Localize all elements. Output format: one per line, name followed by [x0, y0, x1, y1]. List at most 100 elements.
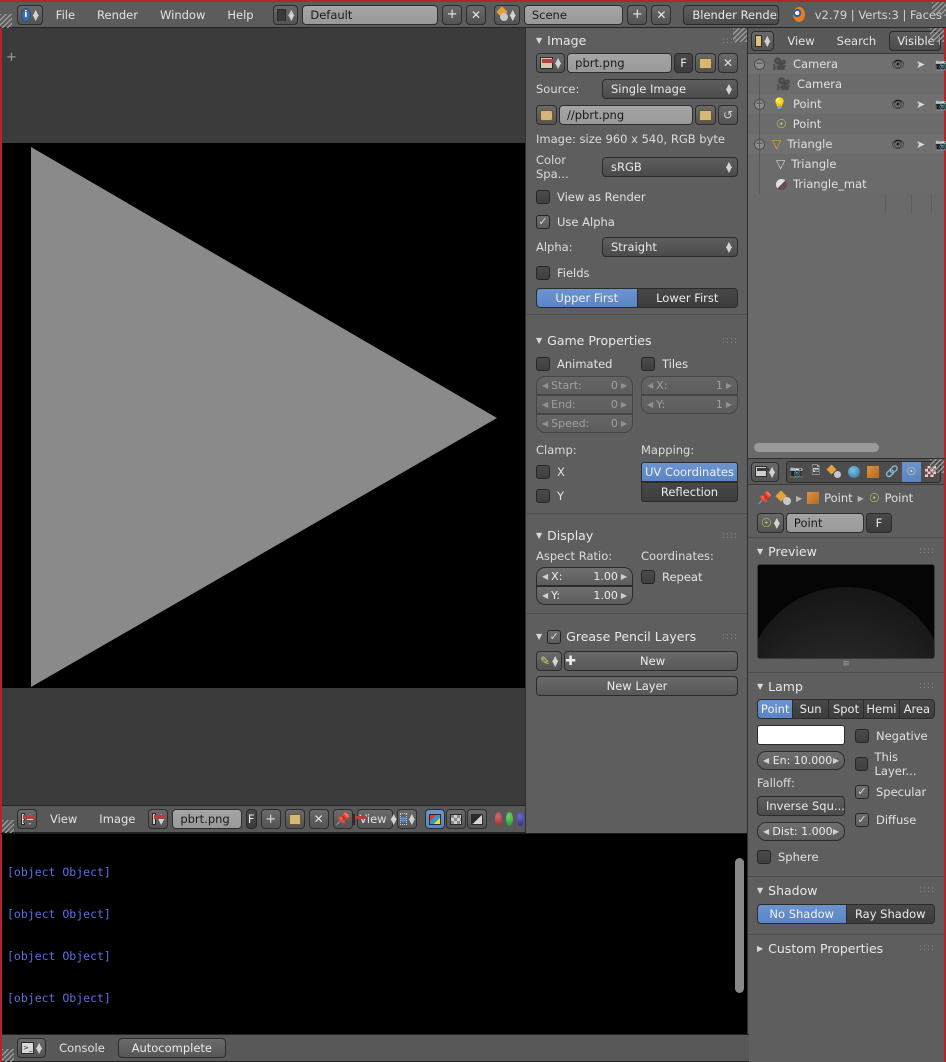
view-as-render-row[interactable]: View as Render [536, 187, 738, 206]
tile-y-field[interactable]: ◀ Y: 1 ▶ [641, 395, 738, 414]
grease-pencil-panel-header[interactable]: ▼ ✓ Grease Pencil Layers :::: [526, 624, 748, 645]
reload-image-button[interactable]: ↺ [718, 105, 738, 125]
image-name-field[interactable]: pbrt.png [567, 53, 672, 73]
image-filepath-field[interactable]: //pbrt.png [559, 105, 693, 125]
add-scene-button[interactable]: + [627, 4, 648, 25]
area-corner-widget[interactable] [0, 14, 12, 28]
object-icon[interactable] [807, 492, 820, 504]
outliner-row-camera-object[interactable]: − 🎥 Camera 👁 ➤ 📷 [748, 54, 946, 74]
filepath-browse-button[interactable] [695, 105, 716, 125]
lamp-type-area-button[interactable]: Area [899, 699, 936, 719]
autocomplete-button[interactable]: Autocomplete [117, 1038, 226, 1058]
colorspace-dropdown[interactable]: sRGB ▲ ▼ [602, 157, 738, 177]
new-grease-pencil-button[interactable]: ✚ New [564, 651, 738, 671]
editor-type-selector-image[interactable]: ▲▼ [17, 809, 37, 829]
outliner-corner[interactable] [930, 28, 944, 42]
outliner-menu-view[interactable]: View [778, 32, 823, 50]
outliner-row-point-object[interactable]: − 💡 Point 👁 ➤ 📷 [748, 94, 946, 114]
filepath-icon-button[interactable] [536, 105, 557, 125]
no-shadow-button[interactable]: No Shadow [757, 904, 847, 924]
render-engine-selector[interactable]: Blender Render ▲▼ [683, 4, 779, 25]
console-corner-widget[interactable] [2, 1049, 14, 1062]
clamp-x-row[interactable]: X [536, 462, 633, 481]
lamp-type-hemi-button[interactable]: Hemi [864, 699, 900, 719]
scene-selector[interactable]: ▲ ▼ [494, 4, 520, 25]
world-tab[interactable] [844, 462, 863, 482]
display-channels-color-button[interactable] [425, 809, 446, 829]
clamp-y-row[interactable]: Y [536, 486, 633, 505]
lamp-fake-user-button[interactable]: F [865, 513, 892, 533]
unlink-image-button-panel[interactable]: ✕ [718, 53, 738, 73]
outliner-row-point-data[interactable]: ☉ Point [748, 114, 944, 134]
add-screen-button[interactable]: + [442, 4, 463, 25]
lamp-data-icon[interactable]: ☉ [869, 491, 880, 505]
menu-help[interactable]: Help [218, 6, 262, 24]
aspect-x-field[interactable]: ◀ X: 1.00 ▶ [536, 567, 633, 586]
negative-row[interactable]: Negative [855, 726, 935, 745]
render-layers-tab[interactable]: 🖻 [806, 462, 825, 482]
camera-render-icon[interactable]: 📷 [935, 98, 946, 111]
repeat-checkbox[interactable] [641, 569, 655, 584]
image-editor-corner[interactable] [2, 820, 14, 834]
top-bar-corner[interactable] [932, 2, 946, 16]
preview-resize-handle[interactable]: ≡ [748, 660, 944, 669]
custom-properties-panel-header[interactable]: ▶ Custom Properties :::: [748, 935, 944, 956]
red-channel-dot[interactable] [495, 812, 503, 826]
editor-type-selector[interactable]: i ▲ ▼ [17, 4, 43, 25]
negative-checkbox[interactable] [855, 728, 869, 743]
outliner-row-triangle-material[interactable]: Triangle_mat [748, 174, 944, 194]
grease-pencil-brush-selector[interactable]: ✎ ▲ ▼ [536, 651, 563, 671]
menu-file[interactable]: File [47, 6, 84, 24]
constraints-tab[interactable]: 🔗 [883, 462, 902, 482]
lamp-data-tab[interactable]: ☉ [901, 461, 921, 482]
display-channels-alpha-button[interactable] [446, 809, 467, 829]
image-editor-canvas[interactable]: + [2, 28, 527, 805]
image-menu-view[interactable]: View [41, 810, 86, 828]
green-channel-dot[interactable] [506, 812, 514, 826]
image-datablock-selector-panel[interactable]: ▲ ▼ [536, 53, 566, 73]
fields-checkbox[interactable] [536, 265, 550, 280]
aspect-y-field[interactable]: ◀ Y: 1.00 ▶ [536, 586, 633, 605]
new-image-button[interactable]: + [260, 809, 281, 829]
lamp-energy-field[interactable]: ◀ En: 10.000 ▶ [757, 751, 845, 770]
delete-screen-button[interactable]: ✕ [466, 4, 487, 25]
lamp-distance-field[interactable]: ◀ Dist: 1.000 ▶ [757, 822, 845, 841]
image-menu-image[interactable]: Image [90, 810, 144, 828]
unlink-image-button[interactable]: ✕ [308, 809, 329, 829]
camera-render-icon[interactable]: 📷 [935, 58, 946, 71]
clamp-x-checkbox[interactable] [536, 464, 550, 479]
preview-panel-header[interactable]: ▼ Preview :::: [748, 538, 944, 559]
tiles-checkbox[interactable] [641, 356, 655, 371]
alpha-mode-dropdown[interactable]: Straight ▲ ▼ [602, 237, 738, 257]
clamp-y-checkbox[interactable] [536, 488, 550, 503]
speed-field[interactable]: ◀ Speed: 0 ▶ [536, 414, 633, 433]
this-layer-row[interactable]: This Layer... [855, 750, 935, 778]
eye-icon[interactable]: 👁 [891, 58, 905, 71]
lamp-type-spot-button[interactable]: Spot [828, 699, 865, 719]
console-menu-console[interactable]: Console [50, 1039, 114, 1057]
open-image-button[interactable] [284, 809, 305, 829]
source-dropdown[interactable]: Single Image ▲ ▼ [602, 79, 738, 99]
expand-toggle-icon[interactable]: − [754, 58, 765, 70]
outliner-row-triangle-data[interactable]: ▽ Triangle [748, 154, 944, 174]
mapping-uv-button[interactable]: UV Coordinates [641, 462, 738, 482]
tile-x-field[interactable]: ◀ X: 1 ▶ [641, 376, 738, 395]
falloff-dropdown[interactable]: Inverse Squ... ▲▼ [757, 796, 845, 816]
game-panel-header[interactable]: ▼ Game Properties :::: [526, 328, 748, 349]
menu-render[interactable]: Render [88, 6, 147, 24]
eye-icon[interactable]: 👁 [891, 98, 905, 111]
pin-icon[interactable]: 📌 [757, 491, 772, 505]
fake-user-button[interactable]: F [674, 53, 693, 73]
mapping-reflection-button[interactable]: Reflection [641, 482, 738, 502]
lamp-panel-header[interactable]: ▼ Lamp :::: [748, 673, 944, 694]
diffuse-checkbox[interactable]: ✓ [855, 812, 869, 827]
editor-type-selector-properties[interactable]: ▲ ▼ [751, 461, 780, 482]
outliner-row-camera-data[interactable]: 🎥 Camera [748, 74, 944, 94]
fields-row[interactable]: Fields [536, 263, 738, 282]
image-datablock-selector[interactable]: ▲▼ [148, 809, 169, 829]
console-vscrollbar[interactable] [735, 858, 744, 993]
start-frame-field[interactable]: ◀ Start: 0 ▶ [536, 376, 633, 395]
use-alpha-row[interactable]: ✓ Use Alpha [536, 212, 738, 231]
fake-user-button-footer[interactable]: F [245, 809, 257, 829]
menu-window[interactable]: Window [151, 6, 214, 24]
